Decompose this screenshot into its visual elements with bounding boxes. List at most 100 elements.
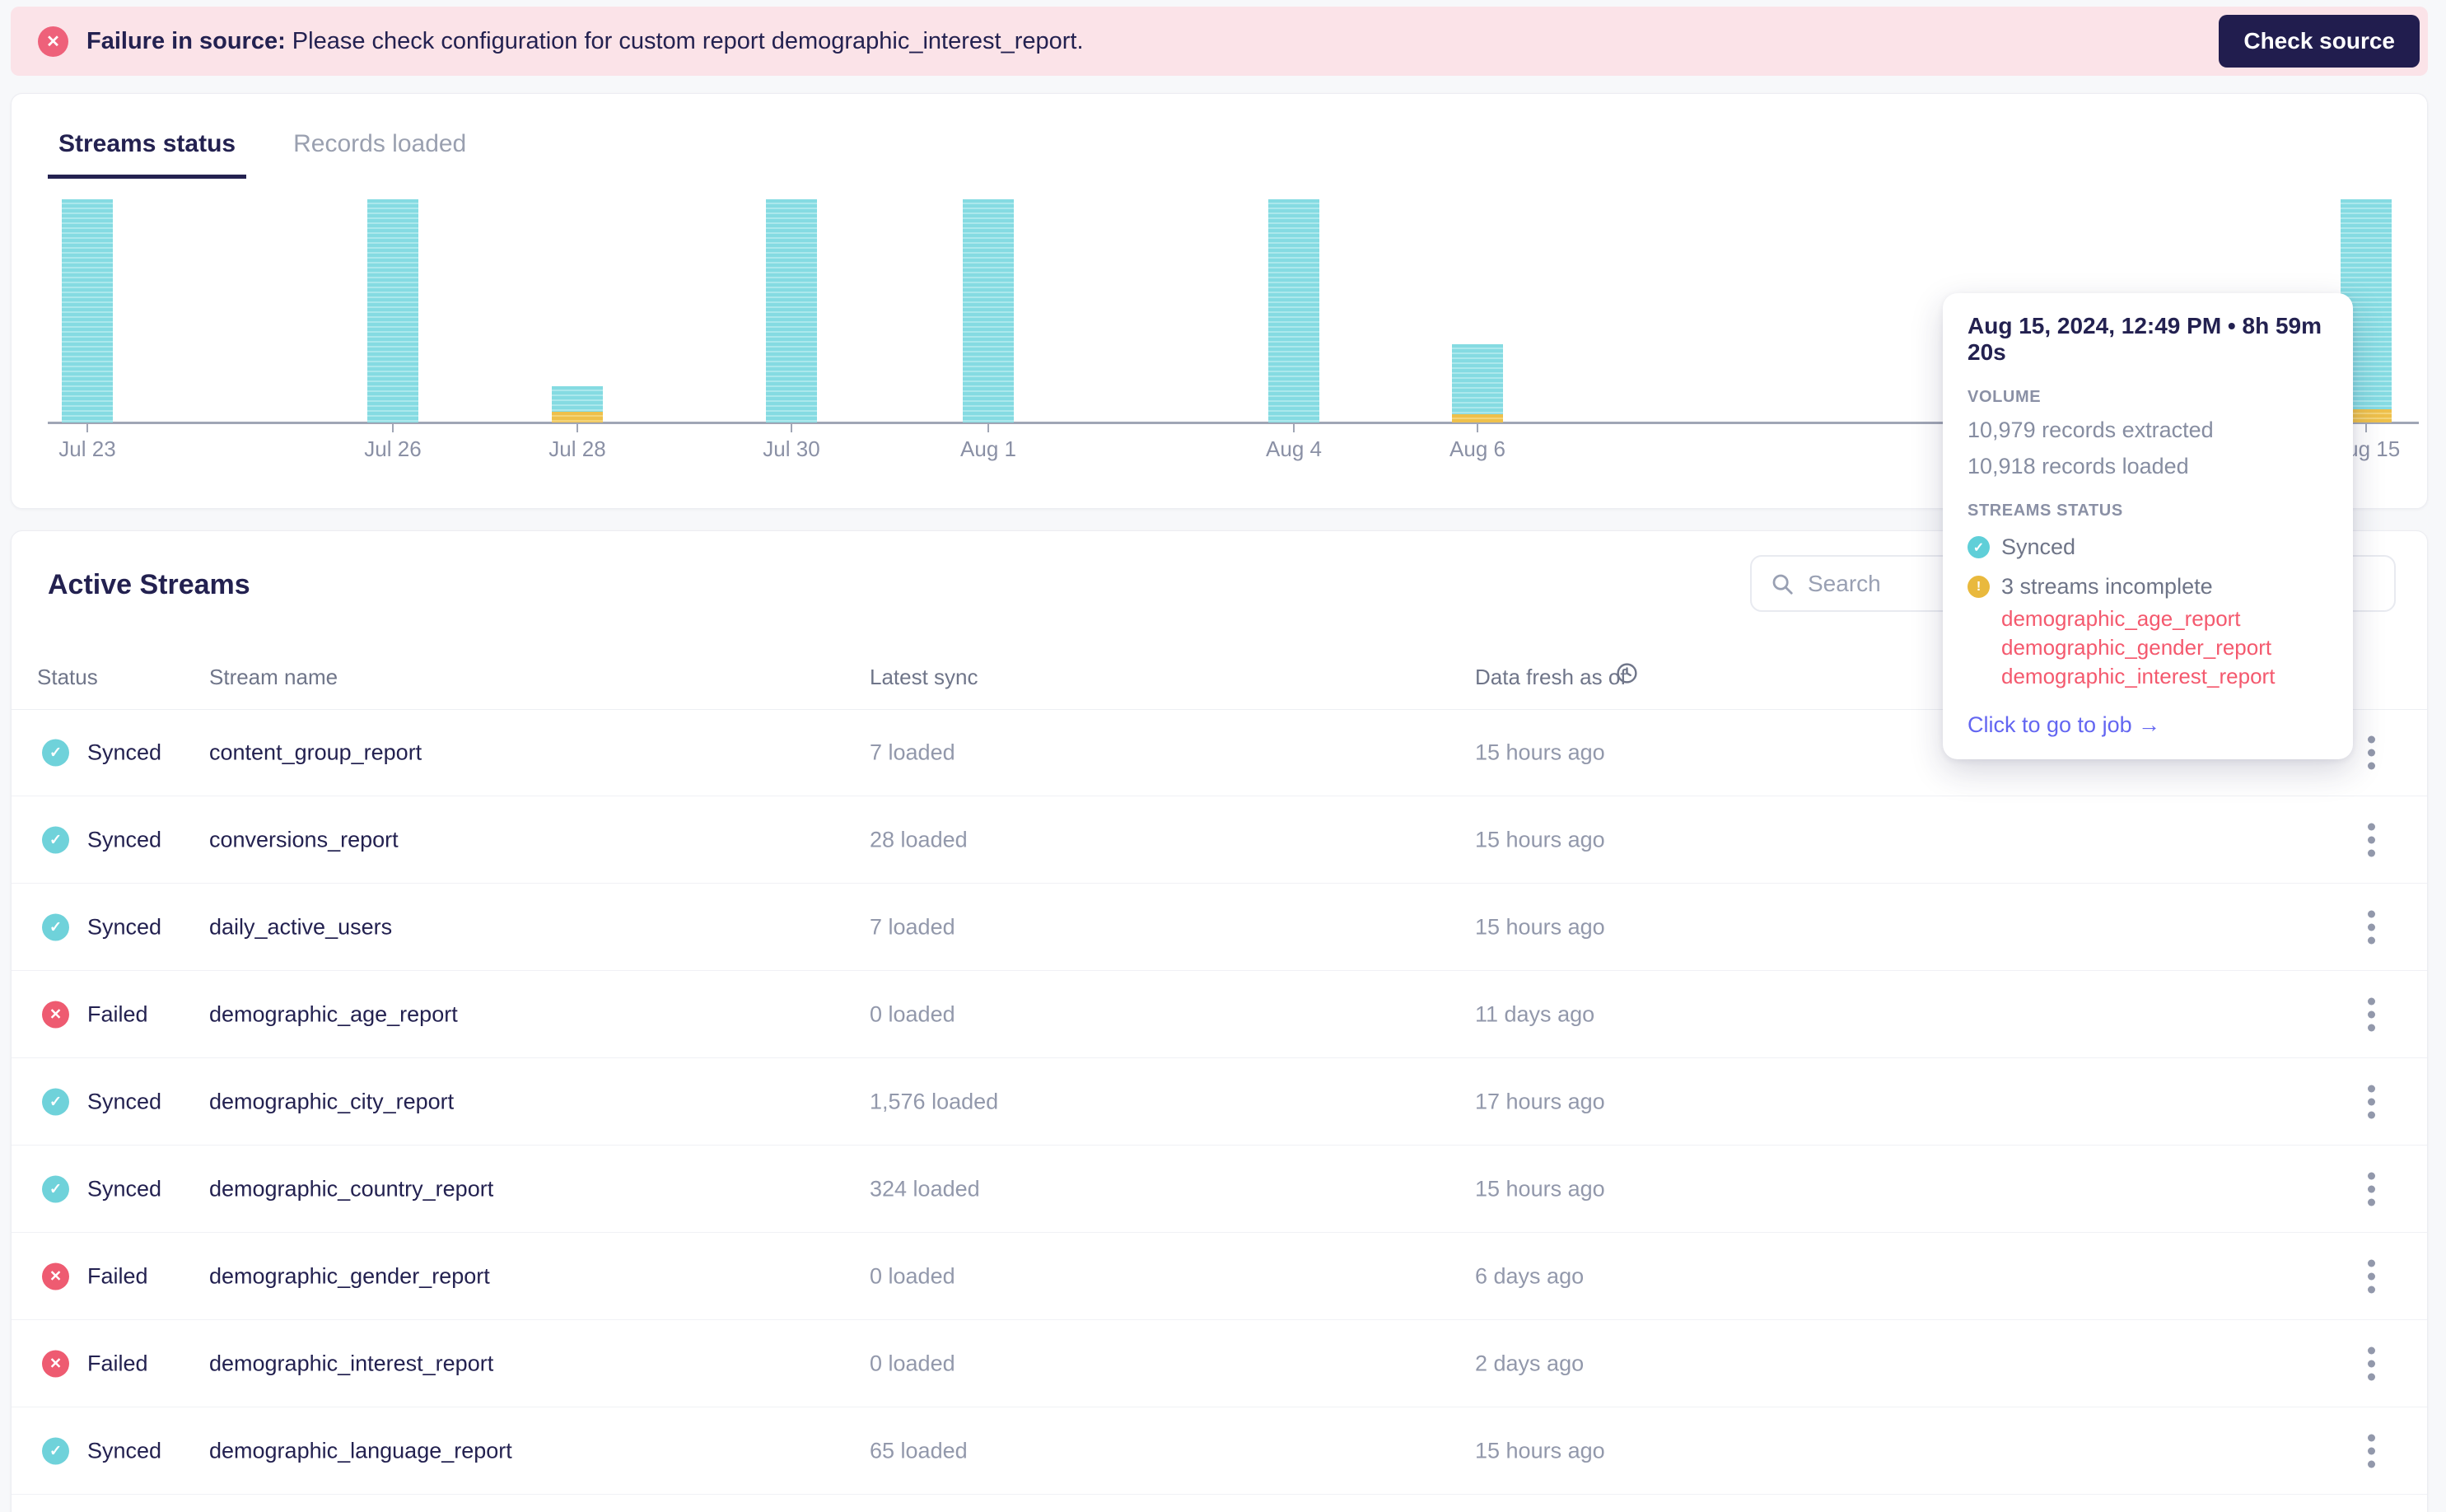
bar-segment-synced	[367, 199, 418, 422]
chart-bar-jul-26[interactable]	[367, 199, 418, 422]
row-menu-button[interactable]	[2349, 1342, 2393, 1385]
tooltip-records-extracted: 10,979 records extracted	[1968, 418, 2214, 442]
table-row-demographic_interest_report[interactable]: ✕ Failed demographic_interest_report 0 load…	[12, 1320, 2427, 1407]
bar-segment-incomplete	[1452, 414, 1503, 422]
axis-tick	[576, 424, 578, 432]
chart-bar-jul-30[interactable]	[766, 199, 817, 422]
status-label: Synced	[87, 1089, 162, 1113]
stream-name: demographic_city_report	[209, 1089, 455, 1113]
status-failed-icon: ✕	[42, 1350, 69, 1377]
incomplete-stream-link[interactable]: demographic_gender_report	[2001, 633, 2328, 662]
chart-tabs: Streams status Records loaded	[12, 94, 2427, 179]
sync-tooltip: Aug 15, 2024, 12:49 PM • 8h 59m 20s VOLU…	[1943, 293, 2353, 759]
tab-streams-status[interactable]: Streams status	[48, 130, 247, 179]
axis-tick-label: Jul 26	[364, 436, 422, 461]
bar-segment-synced	[963, 199, 1014, 422]
bar-segment-incomplete	[552, 412, 603, 422]
latest-sync-value: 324 loaded	[870, 1176, 980, 1201]
error-banner: ✕ Failure in source: Please check config…	[11, 7, 2428, 76]
row-menu-button[interactable]	[2349, 1254, 2393, 1298]
tab-records-loaded[interactable]: Records loaded	[282, 130, 477, 179]
status-label: Synced	[87, 740, 162, 764]
stream-name: demographic_interest_report	[209, 1351, 494, 1375]
status-label: Failed	[87, 1001, 148, 1026]
status-label: Synced	[87, 1438, 162, 1463]
data-fresh-value: 15 hours ago	[1475, 740, 1605, 764]
stream-name: demographic_language_report	[209, 1438, 512, 1463]
axis-tick-label: Aug 4	[1266, 436, 1322, 461]
tooltip-incomplete-label: 3 streams incomplete	[2001, 574, 2213, 599]
latest-sync-value: 1,576 loaded	[870, 1089, 999, 1113]
axis-tick	[392, 424, 394, 432]
tooltip-records-loaded: 10,918 records loaded	[1968, 454, 2189, 478]
table-row-demographic_language_report[interactable]: ✓ Synced demographic_language_report 65 loa…	[12, 1407, 2427, 1495]
error-message: Failure in source: Please check configur…	[86, 28, 1084, 55]
bar-segment-synced	[1268, 199, 1319, 422]
error-message-detail: Please check configuration for custom re…	[285, 27, 1084, 54]
data-fresh-value: 15 hours ago	[1475, 914, 1605, 939]
status-synced-icon: ✓	[42, 913, 69, 940]
row-menu-button[interactable]	[2349, 905, 2393, 949]
status-synced-icon: ✓	[42, 1175, 69, 1202]
status-failed-icon: ✕	[42, 1262, 69, 1290]
axis-tick	[987, 424, 989, 432]
check-source-button[interactable]: Check source	[2219, 15, 2420, 68]
latest-sync-value: 7 loaded	[870, 740, 955, 764]
row-menu-button[interactable]	[2349, 1167, 2393, 1211]
status-label: Synced	[87, 1176, 162, 1201]
row-menu-button[interactable]	[2349, 992, 2393, 1036]
go-to-job-link[interactable]: Click to go to job →	[1968, 712, 2160, 738]
table-row-demographic_country_report[interactable]: ✓ Synced demographic_country_report 324 loa…	[12, 1146, 2427, 1233]
status-failed-icon: ✕	[42, 1001, 69, 1028]
stream-name: daily_active_users	[209, 914, 393, 939]
chart-bar-aug-4[interactable]	[1268, 199, 1319, 422]
incomplete-stream-links: demographic_age_report demographic_gender…	[2001, 604, 2328, 691]
status-synced-icon: ✓	[42, 1437, 69, 1464]
status-synced-icon: ✓	[42, 1088, 69, 1115]
row-menu-button[interactable]	[2349, 818, 2393, 861]
error-message-title: Failure in source:	[86, 27, 286, 54]
data-fresh-value: 15 hours ago	[1475, 1176, 1605, 1201]
data-fresh-value: 11 days ago	[1475, 1001, 1595, 1026]
incomplete-stream-link[interactable]: demographic_age_report	[2001, 604, 2328, 633]
chart-bar-aug-1[interactable]	[963, 199, 1014, 422]
tooltip-synced-label: Synced	[2001, 534, 2076, 559]
bar-segment-synced	[766, 199, 817, 422]
tooltip-volume-caption: VOLUME	[1968, 388, 2042, 406]
stream-name: content_group_report	[209, 740, 422, 764]
axis-tick	[1293, 424, 1295, 432]
search-icon	[1772, 574, 1793, 595]
status-label: Synced	[87, 914, 162, 939]
data-fresh-value: 2 days ago	[1475, 1351, 1585, 1375]
table-row-demographic_gender_report[interactable]: ✕ Failed demographic_gender_report 0 loaded…	[12, 1233, 2427, 1320]
chart-bar-jul-28[interactable]	[552, 386, 603, 422]
status-label: Synced	[87, 827, 162, 852]
col-header-stream-name: Stream name	[209, 665, 338, 689]
axis-tick	[86, 424, 88, 432]
row-menu-button[interactable]	[2349, 1429, 2393, 1472]
axis-tick	[1477, 424, 1478, 432]
latest-sync-value: 7 loaded	[870, 914, 955, 939]
axis-tick-label: Jul 30	[763, 436, 820, 461]
row-menu-button[interactable]	[2349, 730, 2393, 774]
bar-segment-synced	[1452, 344, 1503, 414]
chart-bar-aug-6[interactable]	[1452, 344, 1503, 422]
active-streams-title: Active Streams	[48, 569, 250, 600]
bar-segment-synced	[62, 199, 113, 422]
stream-name: demographic_gender_report	[209, 1263, 490, 1288]
incomplete-stream-link[interactable]: demographic_interest_report	[2001, 662, 2328, 691]
col-header-data-fresh: Data fresh as of	[1475, 665, 1627, 689]
axis-tick	[791, 424, 792, 432]
latest-sync-value: 65 loaded	[870, 1438, 968, 1463]
status-label: Failed	[87, 1351, 148, 1375]
axis-tick	[2365, 424, 2367, 432]
chart-bar-jul-23[interactable]	[62, 199, 113, 422]
table-row-daily_active_users[interactable]: ✓ Synced daily_active_users 7 loaded 15 hour…	[12, 884, 2427, 971]
tooltip-streams-caption: STREAMS STATUS	[1968, 502, 2123, 520]
row-menu-button[interactable]	[2349, 1080, 2393, 1123]
error-icon: ✕	[38, 26, 68, 57]
table-row-demographic_age_report[interactable]: ✕ Failed demographic_age_report 0 loaded 11 …	[12, 971, 2427, 1058]
table-row-demographic_city_report[interactable]: ✓ Synced demographic_city_report 1,576 load…	[12, 1058, 2427, 1146]
table-row-conversions_report[interactable]: ✓ Synced conversions_report 28 loaded 15 hou…	[12, 796, 2427, 884]
data-fresh-value: 6 days ago	[1475, 1263, 1585, 1288]
